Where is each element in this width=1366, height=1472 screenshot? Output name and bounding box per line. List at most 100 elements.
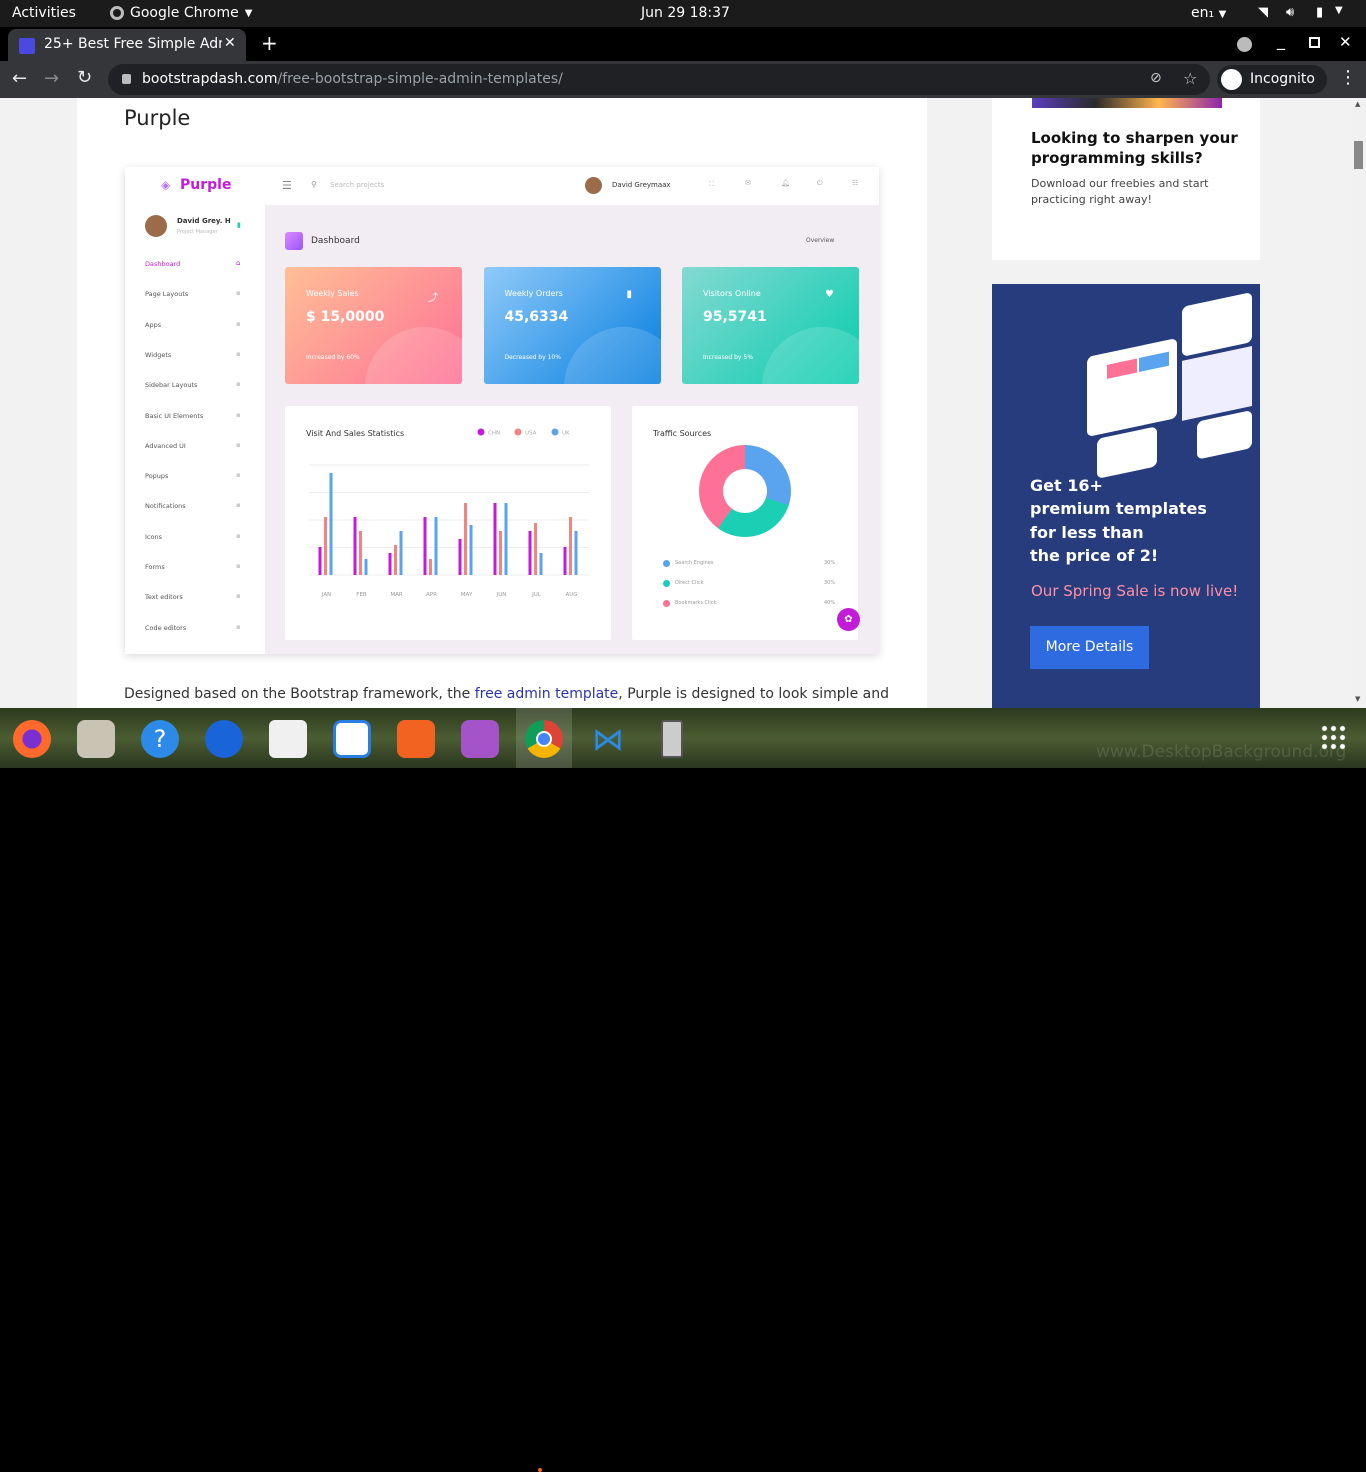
preview-fullscreen-icon: ⛶ bbox=[709, 180, 714, 188]
bar-usa-mar bbox=[394, 545, 397, 575]
app-name: Google Chrome bbox=[130, 5, 239, 21]
preview-nav-item: Code editors bbox=[145, 623, 187, 632]
browser-toolbar: ← → ↻ bootstrapdash.com/free-bootstrap-s… bbox=[0, 61, 1366, 98]
chevron-down-icon[interactable]: ▼ bbox=[1335, 5, 1343, 16]
browser-tab[interactable]: 25+ Best Free Simple Adm ✕ bbox=[8, 29, 246, 61]
device-icon[interactable] bbox=[661, 720, 683, 758]
preview-nav-item: Forms bbox=[145, 563, 165, 571]
tab-search-icon[interactable] bbox=[1237, 37, 1252, 52]
bar-chn-may bbox=[458, 539, 462, 575]
traffic-source-pct: 40% bbox=[824, 600, 836, 606]
preview-nav-item: Notifications bbox=[145, 502, 186, 511]
maximize-icon[interactable] bbox=[1309, 37, 1320, 48]
reload-icon[interactable]: ↻ bbox=[77, 67, 92, 88]
bookmark-star-icon[interactable]: ☆ bbox=[1183, 69, 1197, 88]
promo-ad[interactable]: Get 16+ premium templates for less than … bbox=[992, 284, 1260, 708]
bar-chart: JAN FEB MAR APR MAY JUN JUL AUG CHN USA UK bbox=[309, 428, 589, 598]
preview-nav-icon: ▪ bbox=[236, 501, 241, 510]
preview-nav-item: Page Layouts bbox=[145, 290, 189, 299]
x-tick-label: JUL bbox=[531, 592, 542, 598]
bar-usa-jul bbox=[534, 523, 537, 575]
files-icon[interactable] bbox=[77, 720, 115, 758]
minimize-icon[interactable]: _ bbox=[1277, 31, 1285, 50]
promo-line-4: the price of 2! bbox=[1030, 546, 1159, 565]
freebies-ad[interactable]: Looking to sharpen your programming skil… bbox=[992, 98, 1260, 260]
wifi-icon[interactable]: ◥ bbox=[1258, 5, 1268, 20]
close-tab-icon[interactable]: ✕ bbox=[224, 35, 236, 51]
more-menu-icon[interactable]: ⋮ bbox=[1339, 67, 1357, 88]
scroll-down-arrow[interactable]: ▼ bbox=[1355, 695, 1360, 703]
preview-user: David Greymaax bbox=[612, 181, 671, 189]
preview-nav-icon: ▪ bbox=[236, 319, 241, 328]
scrollbar-thumb[interactable] bbox=[1354, 141, 1363, 169]
x-tick-label: APR bbox=[426, 592, 437, 598]
card-note: Increased by 5% bbox=[703, 354, 753, 361]
bar-uk-mar bbox=[399, 531, 403, 575]
preview-nav-icon: ⌂ bbox=[236, 259, 241, 267]
card-note: Increased by 60% bbox=[306, 354, 360, 361]
tab-strip: 25+ Best Free Simple Adm ✕ + _ ✕ bbox=[0, 27, 1366, 61]
traffic-title: Traffic Sources bbox=[653, 429, 712, 438]
legend-label: CHN bbox=[488, 431, 500, 437]
new-tab-button[interactable]: + bbox=[261, 31, 278, 55]
traffic-source-pct: 30% bbox=[824, 580, 836, 586]
rhythmbox-icon[interactable] bbox=[269, 720, 307, 758]
back-icon[interactable]: ← bbox=[12, 68, 27, 89]
bar-uk-apr bbox=[434, 517, 438, 575]
card-label: Weekly Sales bbox=[306, 289, 359, 298]
eye-off-icon[interactable]: ⊘ bbox=[1150, 70, 1162, 86]
activities-button[interactable]: Activities bbox=[12, 5, 76, 21]
url-domain: bootstrapdash.com bbox=[142, 71, 278, 87]
traffic-source-pct: 30% bbox=[824, 560, 836, 566]
firefox-icon[interactable] bbox=[13, 720, 51, 758]
url-path: /free-bootstrap-simple-admin-templates/ bbox=[277, 71, 563, 87]
preview-stat-card: Weekly Orders 45,6334 Decreased by 10% ▮ bbox=[483, 267, 661, 384]
forward-icon[interactable]: → bbox=[44, 68, 59, 89]
app-menu[interactable]: Google Chrome ▼ bbox=[110, 5, 252, 21]
card-label: Weekly Orders bbox=[504, 289, 563, 298]
preview-nav-item: Sidebar Layouts bbox=[145, 381, 198, 390]
legend-dot bbox=[663, 600, 670, 607]
preview-profile-role: Project Manager bbox=[177, 229, 218, 235]
close-window-icon[interactable]: ✕ bbox=[1339, 33, 1352, 51]
chrome-icon[interactable] bbox=[525, 720, 563, 758]
preview-nav-icon: ▪ bbox=[236, 289, 241, 298]
card-icon: ⤴ bbox=[428, 293, 438, 304]
thunderbird-icon[interactable] bbox=[205, 720, 243, 758]
promo-sale-text: Our Spring Sale is now live! bbox=[1031, 582, 1239, 600]
card-icon: ▮ bbox=[626, 289, 633, 300]
help-icon[interactable]: ? bbox=[141, 720, 179, 758]
preview-profile-name: David Grey. H bbox=[177, 217, 231, 225]
bar-usa-jan bbox=[324, 517, 327, 575]
template-preview[interactable]: ◈ Purple ☰ ⚲ Search projects David Greym… bbox=[125, 167, 879, 654]
libreoffice-writer-icon[interactable] bbox=[333, 720, 371, 758]
bar-uk-feb bbox=[364, 559, 368, 575]
address-bar[interactable]: bootstrapdash.com/free-bootstrap-simple-… bbox=[108, 64, 1210, 95]
clock[interactable]: Jun 29 18:37 bbox=[641, 5, 730, 21]
more-details-button[interactable]: More Details bbox=[1030, 626, 1149, 669]
bar-chn-mar bbox=[388, 553, 392, 575]
preview-profile-avatar bbox=[145, 215, 167, 237]
vscode-icon[interactable]: ⋈ bbox=[589, 720, 627, 758]
video-player-icon[interactable] bbox=[461, 720, 499, 758]
free-admin-template-link[interactable]: free admin template bbox=[475, 686, 619, 702]
legend-dot-chn bbox=[477, 428, 485, 436]
software-center-icon[interactable] bbox=[397, 720, 435, 758]
legend-dot-uk bbox=[551, 428, 559, 436]
battery-icon[interactable]: ▮ bbox=[1316, 5, 1323, 20]
promo-line-1: Get 16+ bbox=[1030, 476, 1103, 495]
volume-icon[interactable]: 🔊︎ bbox=[1286, 5, 1294, 20]
preview-nav-icon: ▪ bbox=[236, 562, 241, 570]
page-scrollbar[interactable]: ▲ ▼ bbox=[1352, 98, 1366, 708]
incognito-badge[interactable]: Incognito bbox=[1217, 65, 1327, 94]
preview-nav-icon: ▪ bbox=[236, 349, 241, 358]
legend-dot bbox=[663, 560, 670, 567]
freebies-ad-image bbox=[1032, 98, 1222, 108]
language-indicator[interactable]: en₁ ▼ bbox=[1191, 5, 1226, 21]
scroll-up-arrow[interactable]: ▲ bbox=[1355, 100, 1360, 108]
bar-usa-apr bbox=[429, 559, 432, 575]
bar-uk-aug bbox=[574, 531, 578, 575]
show-apps-icon[interactable] bbox=[1320, 724, 1346, 750]
promo-mockup-image bbox=[1087, 281, 1257, 479]
lock-icon bbox=[122, 74, 131, 84]
